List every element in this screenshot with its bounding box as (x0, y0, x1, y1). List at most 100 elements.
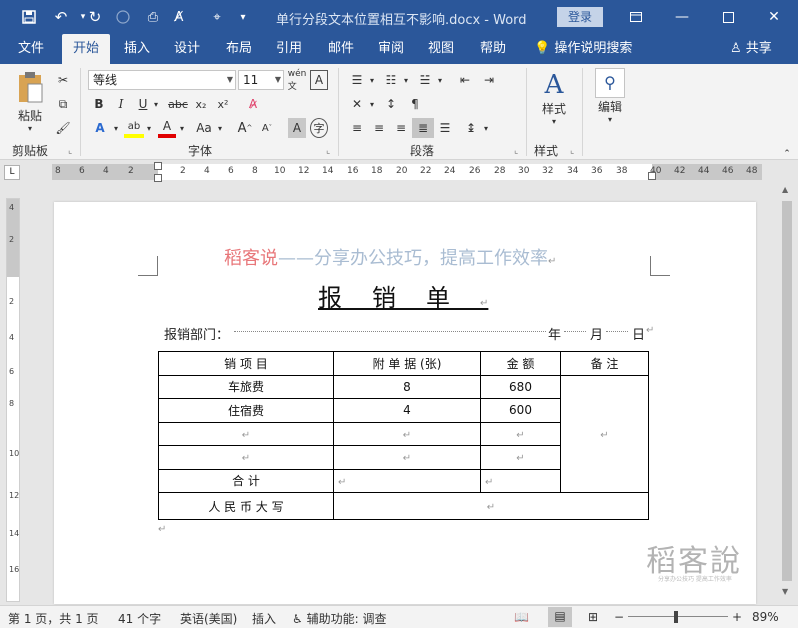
zoom-level[interactable]: 89% (752, 610, 779, 624)
numbering-icon[interactable]: ☷ (380, 70, 402, 90)
vertical-scrollbar[interactable]: ▲ ▼ (778, 183, 796, 603)
table-cell[interactable]: ↵ (158, 445, 334, 470)
table-cell[interactable]: 600 (480, 398, 561, 423)
copy-icon[interactable]: ⧉ (54, 94, 72, 114)
zoom-in-icon[interactable]: + (732, 610, 742, 624)
tab-references[interactable]: 引用 (266, 34, 312, 64)
multilevel-dropdown-icon[interactable]: ▾ (436, 70, 444, 90)
strikethrough-icon[interactable]: abc (166, 94, 190, 114)
zoom-out-icon[interactable]: − (614, 610, 624, 624)
shrink-font-icon[interactable]: Aˇ (258, 118, 276, 138)
align-right-icon[interactable]: ≡ (390, 118, 412, 138)
print-layout-icon[interactable]: ▤ (548, 607, 572, 627)
remarks-cell[interactable]: ↵ (560, 374, 649, 493)
font-color-icon[interactable]: A (158, 118, 176, 138)
styles-launcher-icon[interactable]: ⌞ (570, 146, 574, 156)
rmb-value-cell[interactable]: ↵ (333, 492, 649, 520)
tell-me-search[interactable]: 💡 操作说明搜索 (534, 34, 632, 64)
decrease-indent-icon[interactable]: ⇤ (454, 70, 476, 90)
change-case-icon[interactable]: Aa (192, 118, 216, 138)
show-marks-icon[interactable]: ¶ (404, 94, 426, 114)
underline-icon[interactable]: U (134, 94, 152, 114)
select-cursor-icon[interactable]: ⌖ (204, 0, 230, 34)
distributed-icon[interactable]: ☰ (434, 118, 456, 138)
italic-icon[interactable]: I (112, 94, 130, 114)
tab-file[interactable]: 文件 (8, 34, 54, 64)
tab-selector-icon[interactable]: L (4, 165, 20, 180)
table-cell[interactable]: ↵ (480, 421, 561, 446)
read-mode-icon[interactable]: 📖 (514, 610, 529, 624)
table-header-cell[interactable]: 销 项 目 (158, 351, 334, 376)
department-line[interactable]: 报销部门： 年 月 日 ↵ (164, 324, 654, 343)
table-cell[interactable]: ↵ (333, 468, 481, 493)
bullets-icon[interactable]: ☰ (346, 70, 368, 90)
document-page[interactable]: 稻客说——分享办公技巧，提高工作效率↵ 报销单↵ 报销部门： 年 月 日 ↵ 销… (54, 202, 756, 604)
font-name-combo[interactable]: 等线 ▼ (88, 70, 236, 90)
font-launcher-icon[interactable]: ⌞ (326, 146, 330, 156)
right-indent-marker[interactable] (648, 172, 656, 180)
tab-review[interactable]: 审阅 (368, 34, 414, 64)
underline-dropdown-icon[interactable]: ▾ (152, 94, 160, 114)
horizontal-ruler[interactable]: 8 6 4 2 2 4 6 8 10 12 14 16 18 20 22 24 … (52, 162, 762, 182)
font-color-dropdown-icon[interactable]: ▾ (178, 118, 186, 138)
line-spacing-dropdown-icon[interactable]: ▾ (482, 118, 490, 138)
paste-button[interactable]: 粘贴 ▾ (10, 70, 50, 136)
table-cell[interactable]: 住宿费 (158, 398, 334, 423)
table-cell[interactable]: 4 (333, 398, 481, 423)
change-case-dropdown-icon[interactable]: ▾ (216, 118, 224, 138)
minimize-icon[interactable]: — (660, 0, 704, 34)
bold-icon[interactable]: B (90, 94, 108, 114)
vertical-ruler[interactable]: 4 2 2 4 6 8 10 12 14 16 (6, 198, 20, 602)
highlight-icon[interactable]: ab (124, 118, 144, 138)
character-shading-icon[interactable]: A (288, 118, 306, 138)
justify-icon[interactable]: ≣ (412, 118, 434, 138)
header-slogan[interactable]: 稻客说——分享办公技巧，提高工作效率↵ (224, 244, 556, 270)
tab-view[interactable]: 视图 (418, 34, 464, 64)
insert-mode[interactable]: 插入 (252, 610, 276, 627)
page-count[interactable]: 第 1 页，共 1 页 (8, 610, 99, 627)
tab-help[interactable]: 帮助 (470, 34, 516, 64)
line-spacing-icon[interactable]: ↨ (460, 118, 482, 138)
table-cell[interactable]: ↵ (333, 421, 481, 446)
maximize-icon[interactable] (706, 0, 750, 34)
subscript-icon[interactable]: x₂ (192, 94, 210, 114)
language-indicator[interactable]: 英语(美国) (180, 610, 237, 627)
grow-font-icon[interactable]: A ^ (236, 118, 254, 138)
table-cell[interactable]: 8 (333, 374, 481, 399)
word-count[interactable]: 41 个字 (118, 610, 161, 627)
sort-icon[interactable]: ↕ (380, 94, 402, 114)
superscript-icon[interactable]: x² (214, 94, 232, 114)
editing-button[interactable]: ⚲ 编辑 ▾ (590, 68, 630, 134)
scroll-up-icon[interactable]: ▲ (782, 185, 788, 194)
text-effects-dropdown-icon[interactable]: ▾ (112, 118, 120, 138)
login-button[interactable]: 登录 (557, 7, 603, 27)
font-size-combo[interactable]: 11 ▼ (238, 70, 284, 90)
align-left-icon[interactable]: ≡ (346, 118, 368, 138)
highlight-dropdown-icon[interactable]: ▾ (145, 118, 153, 138)
align-center-icon[interactable]: ≡ (368, 118, 390, 138)
table-cell[interactable]: 680 (480, 374, 561, 399)
accessibility-checker[interactable]: ♿ 辅助功能: 调查 (292, 610, 386, 627)
expense-table[interactable]: 销 项 目 附 单 据 (张) 金 额 备 注 车旅费 8 680 ↵ 住宿费 … (158, 351, 649, 520)
customize-qat-icon[interactable]: ▾ (230, 0, 256, 34)
table-cell[interactable]: ↵ (480, 445, 561, 470)
phonetic-guide-icon[interactable]: wén 文 (288, 69, 307, 92)
left-indent-marker[interactable] (154, 174, 162, 182)
ribbon-display-icon[interactable] (614, 0, 658, 34)
zoom-slider[interactable] (628, 616, 728, 617)
table-header-cell[interactable]: 金 额 (480, 351, 561, 376)
table-cell[interactable]: ↵ (480, 468, 561, 493)
table-header-cell[interactable]: 附 单 据 (张) (333, 351, 481, 376)
save-icon[interactable] (16, 0, 42, 34)
paragraph-launcher-icon[interactable]: ⌞ (514, 146, 518, 156)
table-cell[interactable]: ↵ (158, 421, 334, 446)
cut-icon[interactable]: ✂ (54, 70, 72, 90)
tab-home[interactable]: 开始 (62, 34, 110, 64)
circle-icon[interactable] (110, 0, 136, 34)
redo-icon[interactable]: ↻ (82, 0, 108, 34)
table-cell[interactable]: ↵ (333, 445, 481, 470)
styles-button[interactable]: A 样式 ▾ (532, 70, 576, 136)
zoom-slider-thumb[interactable] (674, 611, 678, 623)
clipboard-launcher-icon[interactable]: ⌞ (68, 146, 72, 156)
enclose-characters-icon[interactable]: 字 (310, 118, 328, 138)
